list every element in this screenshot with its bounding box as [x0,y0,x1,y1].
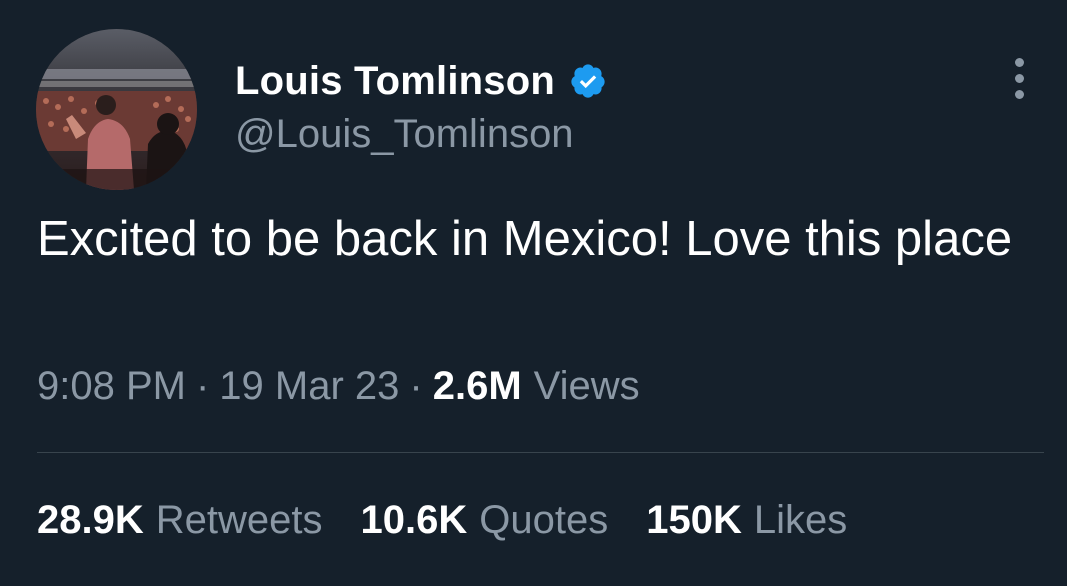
author-handle[interactable]: @Louis_Tomlinson [235,112,574,157]
quotes-count: 10.6K [360,498,468,542]
divider [37,452,1044,453]
likes-label: Likes [753,498,848,542]
likes-count: 150K [646,498,742,542]
quotes-label: Quotes [479,498,609,542]
meta-separator: · [409,364,423,408]
display-name[interactable]: Louis Tomlinson [235,59,555,104]
views-label: Views [533,364,640,408]
quotes-stat[interactable]: 10.6K Quotes [361,498,609,543]
tweet-text: Excited to be back in Mexico! Love this … [37,212,1013,266]
more-options-icon[interactable] [1006,54,1034,104]
tweet-date[interactable]: 19 Mar 23 [219,364,399,409]
tweet-time[interactable]: 9:08 PM [37,364,186,409]
retweets-count: 28.9K [37,498,144,542]
author-name-row: Louis Tomlinson [235,56,607,106]
retweets-stat[interactable]: 28.9K Retweets [37,498,323,543]
engagement-stats: 28.9K Retweets 10.6K Quotes 150K Likes [37,498,885,543]
retweets-label: Retweets [155,498,323,542]
verified-badge-icon [569,62,607,100]
views-count: 2.6M [432,364,522,408]
tweet-detail: Louis Tomlinson @Louis_Tomlinson Excited… [0,0,1067,586]
avatar[interactable] [36,29,197,190]
tweet-meta: 9:08 PM · 19 Mar 23 · 2.6M Views [37,364,640,409]
meta-separator: · [195,364,210,408]
likes-stat[interactable]: 150K Likes [646,498,847,543]
concert-crowd-photo-icon [36,29,197,190]
